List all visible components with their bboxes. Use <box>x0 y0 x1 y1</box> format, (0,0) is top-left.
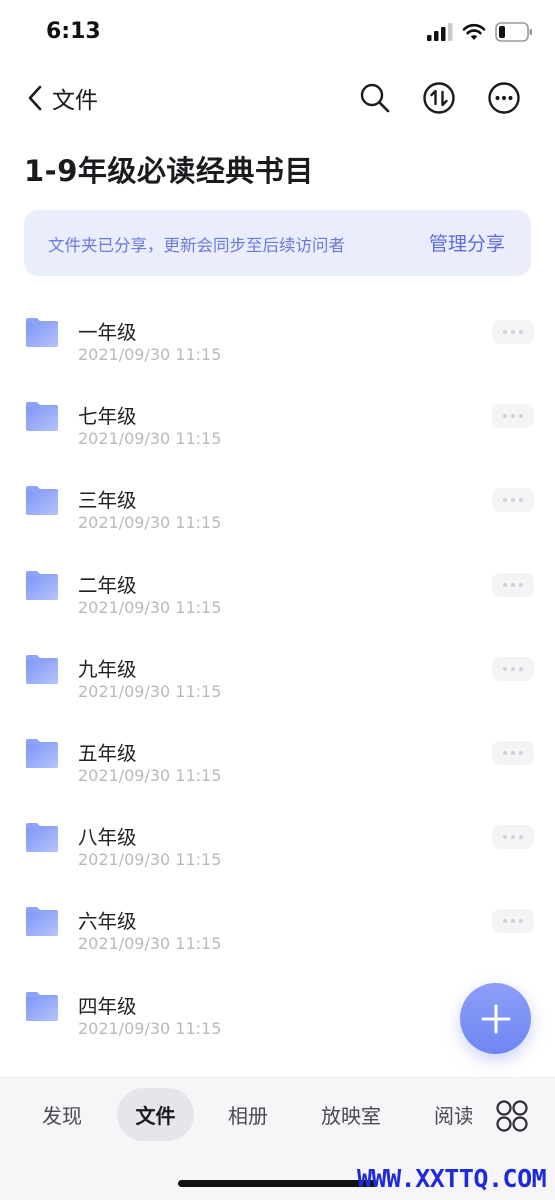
status-icons <box>427 22 533 42</box>
page-title: 1-9年级必读经典书目 <box>24 154 314 188</box>
tab-reading[interactable]: 阅读 <box>434 1088 472 1141</box>
file-name: 五年级 <box>78 741 137 765</box>
folder-icon <box>26 991 58 1021</box>
folder-icon <box>26 402 58 432</box>
file-date: 2021/09/30 11:15 <box>78 345 222 364</box>
back-button[interactable]: 文件 <box>26 80 98 116</box>
file-list: 一年级 2021/09/30 11:15 七年级 2021/09/30 11:1… <box>0 292 555 1050</box>
battery-icon <box>495 22 532 42</box>
file-date: 2021/09/30 11:15 <box>78 934 222 954</box>
more-icon[interactable] <box>487 81 521 115</box>
grid-icon[interactable] <box>494 1098 530 1134</box>
home-indicator <box>178 1180 378 1187</box>
folder-icon <box>26 738 58 768</box>
back-label: 文件 <box>52 88 98 114</box>
list-item[interactable]: 八年级 2021/09/30 11:15 <box>0 797 555 881</box>
file-name: 三年级 <box>78 489 137 513</box>
file-date: 2021/09/30 11:15 <box>78 597 222 617</box>
folder-icon <box>26 907 58 937</box>
file-name: 六年级 <box>78 910 137 934</box>
signal-icon <box>427 23 453 41</box>
file-date: 2021/09/30 11:15 <box>78 681 222 701</box>
list-item[interactable]: 二年级 2021/09/30 11:15 <box>0 545 555 629</box>
file-name: 二年级 <box>78 573 137 597</box>
item-more-button[interactable] <box>492 488 534 513</box>
list-item[interactable]: 一年级 2021/09/30 11:15 <box>0 292 555 376</box>
item-more-button[interactable] <box>492 656 534 681</box>
tab-files[interactable]: 文件 <box>117 1088 194 1141</box>
item-more-button[interactable] <box>492 404 534 429</box>
file-name: 九年级 <box>78 657 137 681</box>
file-date: 2021/09/30 11:15 <box>78 765 222 785</box>
nav-bar: 文件 <box>0 70 555 126</box>
tab-discover[interactable]: 发现 <box>24 1088 100 1141</box>
tab-screening-room[interactable]: 放映室 <box>306 1088 396 1141</box>
sort-icon[interactable] <box>422 81 456 115</box>
file-name: 七年级 <box>78 405 137 429</box>
add-button[interactable] <box>460 983 531 1054</box>
back-icon <box>28 85 42 111</box>
item-more-button[interactable] <box>492 740 534 765</box>
item-more-button[interactable] <box>492 825 534 850</box>
status-time: 6:13 <box>46 19 101 44</box>
folder-icon <box>26 654 58 684</box>
wifi-icon <box>462 23 486 40</box>
file-name: 四年级 <box>78 994 137 1018</box>
folder-icon <box>26 823 58 853</box>
list-item[interactable]: 五年级 2021/09/30 11:15 <box>0 713 555 797</box>
item-more-button[interactable] <box>492 909 534 934</box>
list-item[interactable]: 九年级 2021/09/30 11:15 <box>0 629 555 713</box>
list-item[interactable]: 三年级 2021/09/30 11:15 <box>0 460 555 544</box>
search-icon[interactable] <box>358 81 392 115</box>
folder-icon <box>26 486 58 516</box>
file-date: 2021/09/30 11:15 <box>78 429 222 449</box>
file-date: 2021/09/30 11:15 <box>78 1018 222 1038</box>
status-bar: 6:13 <box>0 0 555 66</box>
file-name: 一年级 <box>78 321 137 344</box>
item-more-button[interactable] <box>492 572 534 597</box>
watermark: WWW.XXTTQ.COM <box>357 1164 547 1193</box>
plus-icon <box>481 1004 510 1033</box>
list-item[interactable]: 六年级 2021/09/30 11:15 <box>0 881 555 965</box>
manage-share-button[interactable]: 管理分享 <box>429 229 505 256</box>
screen: 6:13 文件 1-9年级必读经典书目 文件夹已分享，更新会同步至后续访问者 管… <box>0 0 555 1200</box>
file-date: 2021/09/30 11:15 <box>78 850 222 870</box>
file-date: 2021/09/30 11:15 <box>78 513 222 533</box>
share-banner-text: 文件夹已分享，更新会同步至后续访问者 <box>48 236 345 255</box>
list-item[interactable]: 七年级 2021/09/30 11:15 <box>0 376 555 460</box>
share-banner: 文件夹已分享，更新会同步至后续访问者 管理分享 <box>24 210 531 276</box>
folder-icon <box>26 570 58 600</box>
folder-icon <box>26 318 58 347</box>
tab-album[interactable]: 相册 <box>210 1088 286 1141</box>
item-more-button[interactable] <box>492 320 534 344</box>
file-name: 八年级 <box>78 826 137 850</box>
